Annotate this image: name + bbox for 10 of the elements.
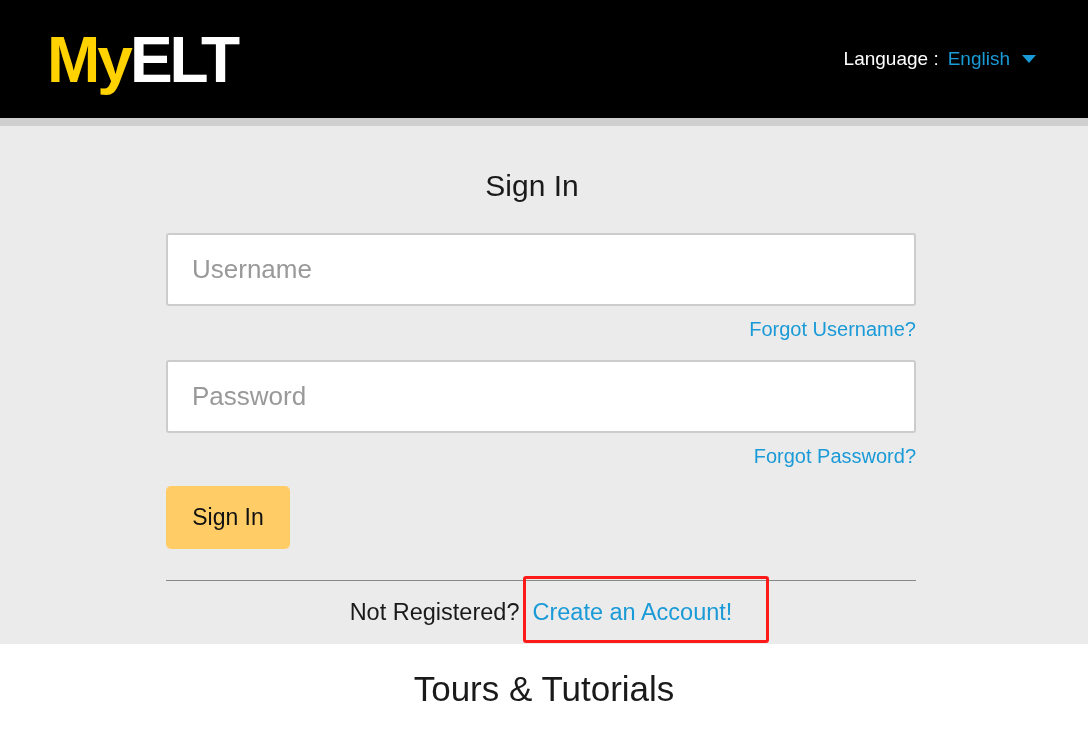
input-field[interactable]: Username: [166, 233, 916, 306]
language-label: Language :: [843, 47, 939, 71]
logo[interactable]: MyELT: [47, 24, 238, 96]
register-prompt: Not Registered?: [349, 599, 520, 625]
input-field[interactable]: Password: [166, 360, 916, 433]
caret-down-icon: [1022, 55, 1036, 63]
section-heading: Tours & Tutorials: [413, 668, 675, 710]
sign-in-heading: Sign In: [485, 168, 579, 204]
sign-in-button[interactable]: Sign In: [166, 486, 290, 549]
language-dropdown[interactable]: English: [947, 47, 1036, 71]
